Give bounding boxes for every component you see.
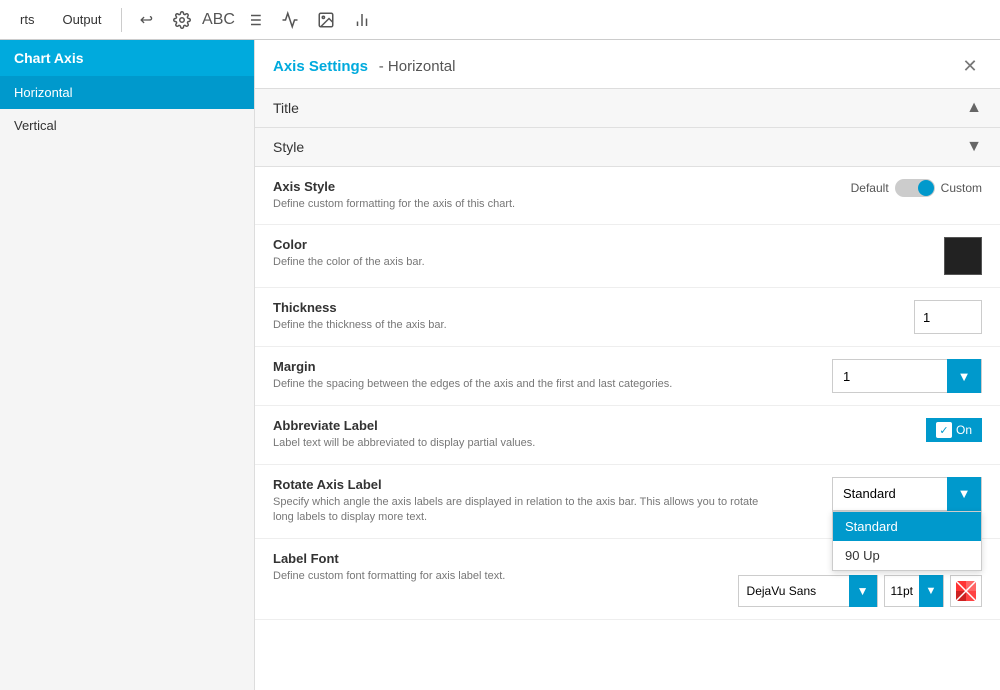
margin-dropdown-value: 1 bbox=[833, 369, 947, 384]
margin-control: 1 ▼ bbox=[832, 359, 982, 393]
axis-style-toggle-track[interactable] bbox=[895, 179, 935, 197]
margin-label-group: Margin Define the spacing between the ed… bbox=[273, 359, 773, 392]
list-button[interactable] bbox=[238, 4, 270, 36]
right-panel: Axis Settings - Horizontal ✕ Title ▲ Sty… bbox=[255, 40, 1000, 690]
font-size-arrow: ▼ bbox=[919, 575, 943, 607]
axis-style-default-label: Default bbox=[851, 181, 889, 195]
abbreviate-on-badge[interactable]: On bbox=[926, 418, 982, 442]
settings-content: Axis Style Define custom formatting for … bbox=[255, 167, 1000, 690]
sidebar: Chart Axis Horizontal Vertical bbox=[0, 40, 255, 690]
thickness-control bbox=[914, 300, 982, 334]
color-label-group: Color Define the color of the axis bar. bbox=[273, 237, 773, 270]
abbreviate-label-label: Abbreviate Label bbox=[273, 418, 773, 433]
rotate-dropdown-arrow: ▼ bbox=[947, 477, 981, 511]
dialog-title-main: Axis Settings bbox=[273, 58, 368, 75]
abbreviate-label-row: Abbreviate Label Label text will be abbr… bbox=[255, 406, 1000, 464]
color-row: Color Define the color of the axis bar. bbox=[255, 225, 1000, 288]
rotate-label: Rotate Axis Label bbox=[273, 477, 773, 492]
thickness-input[interactable] bbox=[914, 300, 982, 334]
abbreviate-on-label: On bbox=[956, 423, 972, 437]
axis-style-label: Axis Style bbox=[273, 179, 773, 194]
label-font-label: Label Font bbox=[273, 551, 738, 566]
chart-bar-button[interactable] bbox=[346, 4, 378, 36]
axis-style-desc: Define custom formatting for the axis of… bbox=[273, 197, 773, 212]
font-name-value: DejaVu Sans bbox=[739, 584, 849, 598]
font-size-dropdown[interactable]: 11pt ▼ bbox=[884, 575, 944, 607]
margin-dropdown-arrow: ▼ bbox=[947, 359, 981, 393]
abbreviate-label-group: Abbreviate Label Label text will be abbr… bbox=[273, 418, 773, 451]
section-title-header[interactable]: Title ▲ bbox=[255, 89, 1000, 128]
main-layout: Chart Axis Horizontal Vertical Axis Sett… bbox=[0, 40, 1000, 690]
label-font-desc: Define custom font formatting for axis l… bbox=[273, 569, 738, 584]
rotate-dropdown-menu: Standard 90 Up bbox=[832, 511, 982, 571]
rotate-label-group: Rotate Axis Label Specify which angle th… bbox=[273, 477, 773, 526]
thickness-desc: Define the thickness of the axis bar. bbox=[273, 318, 773, 333]
section-style-header[interactable]: Style ▼ bbox=[255, 128, 1000, 167]
section-style-label: Style bbox=[273, 139, 304, 155]
sidebar-item-vertical[interactable]: Vertical bbox=[0, 109, 254, 142]
settings-button[interactable] bbox=[166, 4, 198, 36]
label-font-label-group: Label Font Define custom font formatting… bbox=[273, 551, 738, 584]
toolbar-tab-rts[interactable]: rts bbox=[8, 6, 46, 33]
dialog-title: Axis Settings - Horizontal bbox=[273, 56, 455, 76]
rotate-option-90up[interactable]: 90 Up bbox=[833, 541, 981, 570]
thickness-label: Thickness bbox=[273, 300, 773, 315]
toolbar-divider bbox=[121, 8, 122, 32]
margin-row: Margin Define the spacing between the ed… bbox=[255, 347, 1000, 406]
image-button[interactable] bbox=[310, 4, 342, 36]
rotate-control: Standard ▼ Standard 90 Up bbox=[832, 477, 982, 511]
thickness-label-group: Thickness Define the thickness of the ax… bbox=[273, 300, 773, 333]
axis-style-label-group: Axis Style Define custom formatting for … bbox=[273, 179, 773, 212]
section-style-chevron: ▼ bbox=[966, 138, 982, 156]
rotate-dropdown-value: Standard bbox=[833, 486, 947, 501]
rotate-dropdown-wrapper: Standard ▼ Standard 90 Up bbox=[832, 477, 982, 511]
font-name-arrow: ▼ bbox=[849, 575, 877, 607]
dialog-title-sub: - Horizontal bbox=[379, 58, 456, 75]
thickness-row: Thickness Define the thickness of the ax… bbox=[255, 288, 1000, 347]
color-swatch[interactable] bbox=[944, 237, 982, 275]
font-name-dropdown[interactable]: DejaVu Sans ▼ bbox=[738, 575, 878, 607]
rotate-desc: Specify which angle the axis labels are … bbox=[273, 495, 773, 526]
sidebar-title: Chart Axis bbox=[0, 40, 254, 76]
section-title-chevron: ▲ bbox=[966, 99, 982, 117]
rotate-option-standard[interactable]: Standard bbox=[833, 512, 981, 541]
section-title-label: Title bbox=[273, 100, 299, 116]
margin-label: Margin bbox=[273, 359, 773, 374]
margin-desc: Define the spacing between the edges of … bbox=[273, 377, 773, 392]
margin-dropdown[interactable]: 1 ▼ bbox=[832, 359, 982, 393]
axis-style-row: Axis Style Define custom formatting for … bbox=[255, 167, 1000, 225]
abbreviate-label-control: On bbox=[926, 418, 982, 442]
color-control bbox=[944, 237, 982, 275]
color-label: Color bbox=[273, 237, 773, 252]
font-size-value: 11pt bbox=[885, 584, 919, 598]
rotate-dropdown[interactable]: Standard ▼ bbox=[832, 477, 982, 511]
undo-button[interactable]: ↩ bbox=[130, 4, 162, 36]
axis-style-custom-label: Custom bbox=[941, 181, 982, 195]
color-desc: Define the color of the axis bar. bbox=[273, 255, 773, 270]
font-controls: DejaVu Sans ▼ 11pt ▼ bbox=[738, 575, 982, 607]
chart-line-button[interactable] bbox=[274, 4, 306, 36]
rotate-axis-label-row: Rotate Axis Label Specify which angle th… bbox=[255, 465, 1000, 539]
abbreviate-label-desc: Label text will be abbreviated to displa… bbox=[273, 436, 773, 451]
dialog-header: Axis Settings - Horizontal ✕ bbox=[255, 40, 1000, 89]
abbreviate-check-icon bbox=[936, 422, 952, 438]
axis-style-control: Default Custom bbox=[851, 179, 982, 197]
axis-style-toggle-thumb bbox=[918, 180, 934, 196]
font-color-button[interactable] bbox=[950, 575, 982, 607]
sidebar-item-horizontal[interactable]: Horizontal bbox=[0, 76, 254, 109]
toolbar-tab-output[interactable]: Output bbox=[50, 6, 113, 33]
toolbar: rts Output ↩ ABC bbox=[0, 0, 1000, 40]
axis-style-toggle[interactable]: Default Custom bbox=[851, 179, 982, 197]
close-button[interactable]: ✕ bbox=[958, 54, 982, 78]
text-button[interactable]: ABC bbox=[202, 4, 234, 36]
